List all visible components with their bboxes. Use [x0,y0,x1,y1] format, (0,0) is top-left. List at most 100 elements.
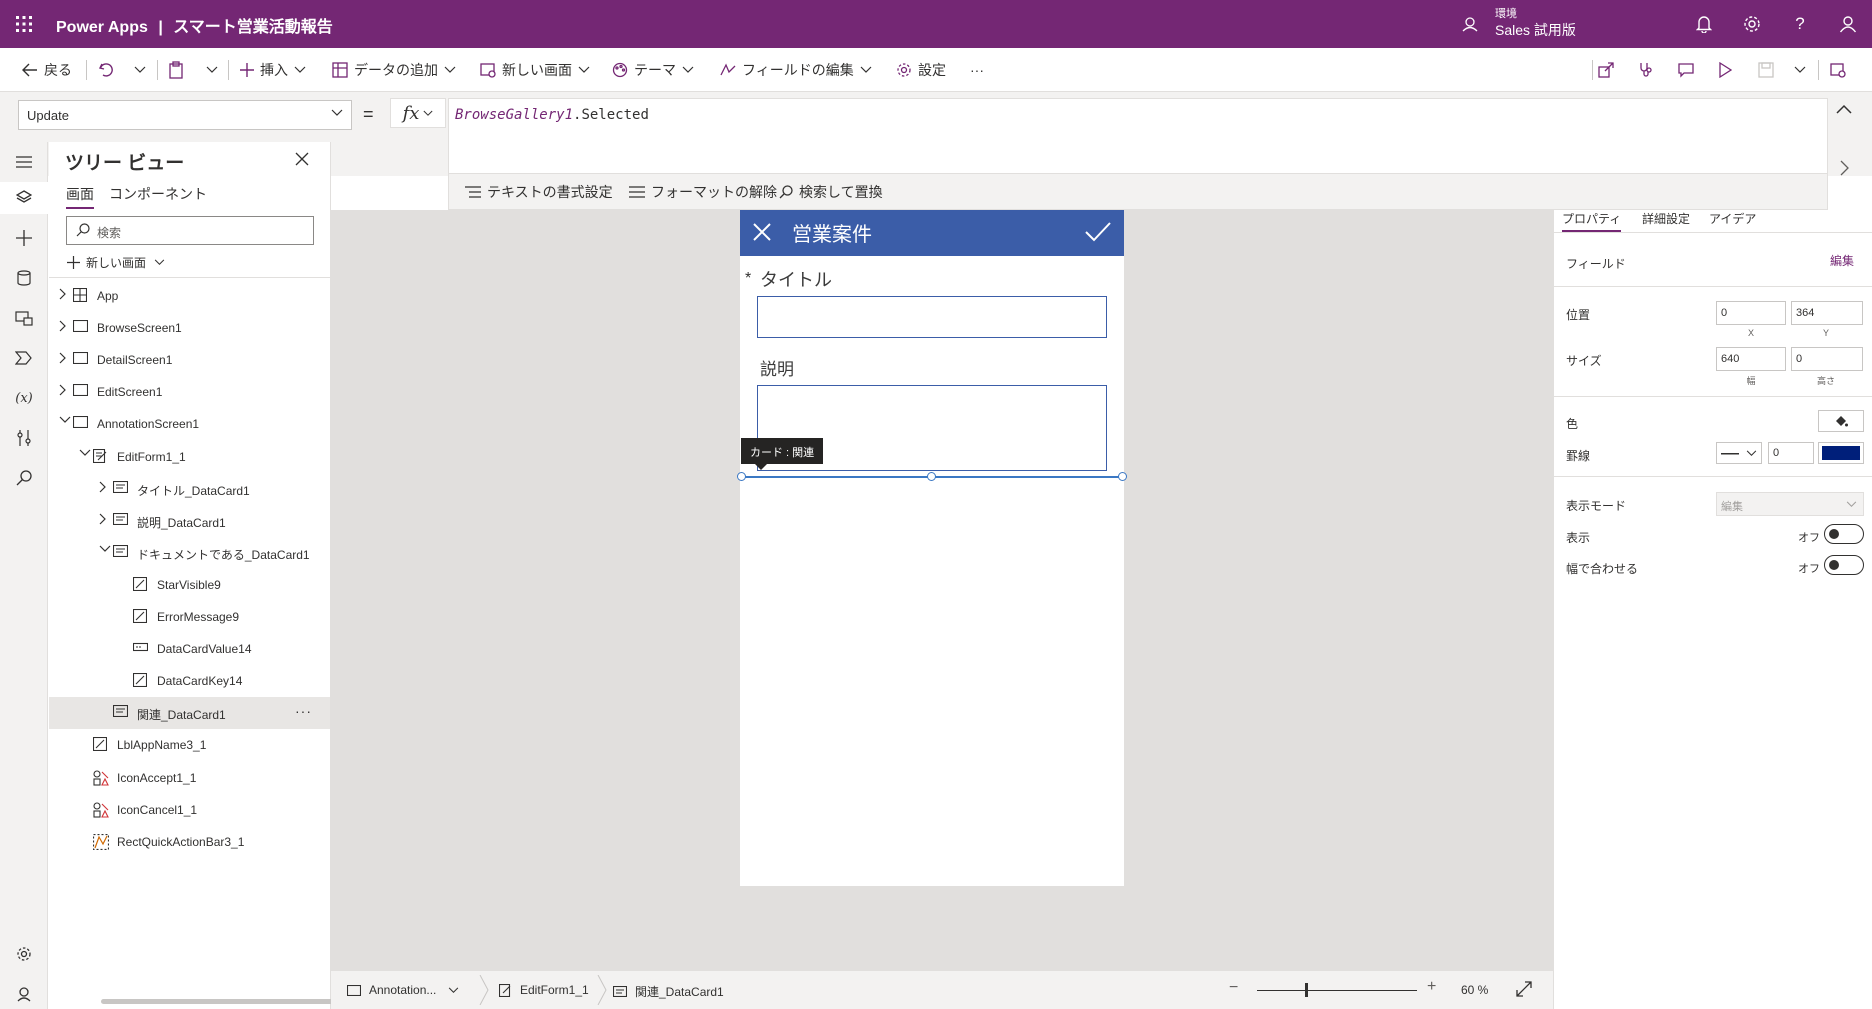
chevron-right-icon[interactable] [59,352,67,364]
publish-button[interactable] [1830,57,1846,83]
edit-fields-button[interactable]: フィールドの編集 [720,57,872,83]
tab-screens[interactable]: 画面 [66,184,94,209]
tree-item[interactable]: DataCardValue14 [49,633,330,665]
property-dropdown[interactable]: Update [18,100,352,130]
power-automate-icon[interactable] [12,346,36,370]
app-launcher-icon[interactable] [8,6,40,42]
collapse-formula-chevron-up-icon[interactable] [1836,104,1852,114]
height-input[interactable]: 0 [1791,347,1863,371]
chevron-right-icon[interactable] [59,288,67,300]
data-cylinder-icon[interactable] [12,266,36,290]
app-screen-preview[interactable]: 営業案件 * タイトル 説明 カード : 関連 [737,210,1127,886]
chevron-right-icon[interactable] [59,320,67,332]
undo-menu-button[interactable] [134,57,146,83]
form-title[interactable]: 営業案件 [792,218,872,247]
tab-advanced[interactable]: 詳細設定 [1642,210,1690,227]
breadcrumb-screen[interactable]: Annotation... [347,983,459,997]
breadcrumb-form[interactable]: EditForm1_1 [499,983,589,997]
app-checker-button[interactable] [1638,57,1654,83]
fit-width-toggle[interactable] [1824,555,1864,575]
design-canvas[interactable]: 営業案件 * タイトル 説明 カード : 関連 [331,210,1553,970]
tree-item[interactable]: EditForm1_1 [49,441,330,473]
insert-plus-icon[interactable] [12,226,36,250]
tree-item[interactable]: IconAccept1_1 [49,762,330,794]
chevron-right-icon[interactable] [59,384,67,396]
tree-item[interactable]: App [49,280,330,312]
edit-fields-link[interactable]: 編集 [1830,252,1854,269]
search-icon[interactable] [12,466,36,490]
hamburger-menu-icon[interactable] [12,150,36,174]
position-y-input[interactable]: 364 [1791,301,1863,325]
advanced-tools-icon[interactable] [12,426,36,450]
new-screen-button[interactable]: 新しい画面 [480,57,590,83]
settings-gear-icon[interactable] [12,942,36,966]
chevron-right-icon[interactable] [99,513,107,525]
environment-name[interactable]: Sales 試用版 [1495,20,1576,40]
resize-handle-left[interactable] [737,472,746,481]
zoom-slider[interactable] [1257,990,1417,991]
help-question-icon[interactable]: ? [1786,10,1814,38]
share-button[interactable] [1598,57,1614,83]
tab-ideas[interactable]: アイデア [1709,210,1756,227]
media-icon[interactable] [12,306,36,330]
position-x-input[interactable]: 0 [1716,301,1786,325]
chevron-down-icon[interactable] [79,449,91,457]
virtual-agent-icon[interactable] [12,982,36,1006]
theme-button[interactable]: テーマ [612,57,694,83]
breadcrumb-card[interactable]: 関連_DataCard1 [613,983,724,1000]
tree-item[interactable]: LblAppName3_1 [49,729,330,761]
border-width-input[interactable]: 0 [1768,442,1814,464]
notifications-bell-icon[interactable] [1690,10,1718,38]
chevron-right-icon[interactable] [99,481,107,493]
settings-button[interactable]: 設定 [896,57,946,83]
tree-item[interactable]: BrowseScreen1 [49,312,330,344]
remove-format-button[interactable]: フォーマットの解除 [629,182,777,202]
paste-menu-button[interactable] [206,57,218,83]
chevron-right-icon[interactable] [1840,160,1849,176]
tree-item[interactable]: StarVisible9 [49,569,330,601]
resize-handle-center[interactable] [927,472,936,481]
tree-item[interactable]: 説明_DataCard1 [49,505,330,537]
tab-components[interactable]: コンポーネント [109,184,207,204]
preview-play-button[interactable] [1718,57,1732,83]
close-icon[interactable] [295,152,309,166]
more-options-icon[interactable]: ··· [295,703,312,719]
tree-item[interactable]: タイトル_DataCard1 [49,473,330,505]
tab-properties[interactable]: プロパティ [1562,210,1622,232]
tree-item[interactable]: AnnotationScreen1 [49,408,330,440]
form-header-bar[interactable]: 営業案件 [740,210,1124,256]
variables-icon[interactable]: (x) [12,386,36,410]
find-replace-button[interactable]: 検索して置換 [779,182,883,202]
formula-input[interactable]: BrowseGallery1.Selected [448,98,1828,174]
format-text-button[interactable]: テキストの書式設定 [465,182,613,202]
tree-search-input[interactable]: 検索 [66,216,314,245]
environment-icon[interactable] [1460,14,1480,34]
tree-item[interactable]: RectQuickActionBar3_1 [49,826,330,858]
border-style-dropdown[interactable] [1716,442,1762,464]
cancel-close-icon[interactable] [750,220,774,244]
accept-checkmark-icon[interactable] [1084,220,1112,244]
more-commands-button[interactable]: ··· [970,57,984,83]
fill-color-picker[interactable] [1818,410,1864,432]
zoom-slider-thumb[interactable] [1305,983,1308,997]
paste-button[interactable] [168,57,184,83]
tree-item[interactable]: DataCardKey14 [49,665,330,697]
save-menu-button[interactable] [1794,57,1806,83]
back-button[interactable]: 戻る [22,57,72,83]
chevron-down-icon[interactable] [99,545,111,553]
width-input[interactable]: 640 [1716,347,1786,371]
tree-item[interactable]: 関連_DataCard1 ··· [49,697,330,730]
tree-item[interactable]: EditScreen1 [49,376,330,408]
tree-new-screen-button[interactable]: 新しい画面 [67,254,165,271]
tree-item[interactable]: IconCancel1_1 [49,794,330,826]
display-mode-dropdown[interactable]: 編集 [1716,492,1864,516]
fit-to-window-icon[interactable] [1516,981,1532,997]
tree-view-layers-icon[interactable] [0,182,48,214]
tree-item[interactable]: ドキュメントである_DataCard1 [49,537,330,569]
account-user-icon[interactable] [1834,10,1862,38]
zoom-in-button[interactable]: + [1427,978,1436,996]
chevron-down-icon[interactable] [59,416,71,424]
tree-item[interactable]: ErrorMessage9 [49,601,330,633]
resize-handle-right[interactable] [1118,472,1127,481]
border-color-picker[interactable] [1818,442,1864,464]
